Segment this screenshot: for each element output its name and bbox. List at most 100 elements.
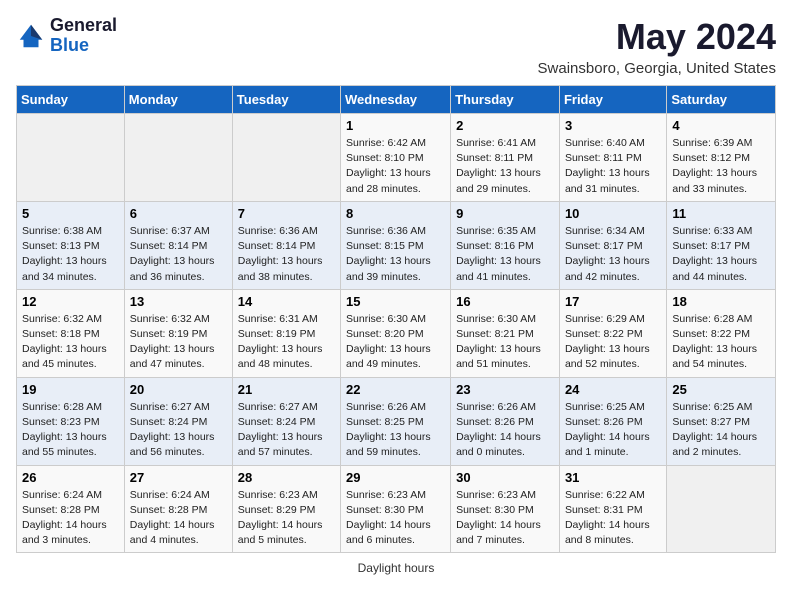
day-info: Sunrise: 6:23 AM Sunset: 8:30 PM Dayligh… — [346, 488, 445, 549]
week-row-5: 26 Sunrise: 6:24 AM Sunset: 8:28 PM Dayli… — [17, 465, 776, 553]
calendar-cell: 25 Sunrise: 6:25 AM Sunset: 8:27 PM Dayli… — [667, 377, 776, 465]
day-number: 7 — [238, 206, 335, 221]
day-info: Sunrise: 6:25 AM Sunset: 8:26 PM Dayligh… — [565, 400, 661, 461]
day-number: 20 — [130, 382, 227, 397]
calendar-cell: 7Sunrise: 6:36 AM Sunset: 8:14 PM Daylig… — [232, 201, 340, 289]
day-info: Sunrise: 6:24 AM Sunset: 8:28 PM Dayligh… — [130, 488, 227, 549]
day-number: 29 — [346, 470, 445, 485]
calendar-cell — [124, 114, 232, 202]
day-info: Sunrise: 6:25 AM Sunset: 8:27 PM Dayligh… — [672, 400, 770, 461]
calendar-cell: 5 Sunrise: 6:38 AM Sunset: 8:13 PM Daylig… — [17, 201, 125, 289]
day-number: 9 — [456, 206, 554, 221]
calendar-cell — [667, 465, 776, 553]
calendar-cell: 1 Sunrise: 6:42 AM Sunset: 8:10 PM Daylig… — [341, 114, 451, 202]
day-number: 26 — [22, 470, 119, 485]
day-info: Sunrise: 6:23 AM Sunset: 8:30 PM Dayligh… — [456, 488, 554, 549]
day-info: Sunrise: 6:28 AM Sunset: 8:22 PM Dayligh… — [672, 312, 770, 373]
page-header: General Blue May 2024 Swainsboro, Georgi… — [16, 16, 776, 77]
day-number: 5 — [22, 206, 119, 221]
calendar-body: 1 Sunrise: 6:42 AM Sunset: 8:10 PM Daylig… — [17, 114, 776, 553]
calendar-cell: 28Sunrise: 6:23 AM Sunset: 8:29 PM Dayli… — [232, 465, 340, 553]
day-number: 14 — [238, 294, 335, 309]
calendar-cell — [232, 114, 340, 202]
day-header-saturday: Saturday — [667, 86, 776, 114]
day-info: Sunrise: 6:35 AM Sunset: 8:16 PM Dayligh… — [456, 224, 554, 285]
day-number: 18 — [672, 294, 770, 309]
day-info: Sunrise: 6:29 AM Sunset: 8:22 PM Dayligh… — [565, 312, 661, 373]
daylight-hours-label: Daylight hours — [358, 561, 435, 575]
day-number: 30 — [456, 470, 554, 485]
calendar-cell: 26 Sunrise: 6:24 AM Sunset: 8:28 PM Dayli… — [17, 465, 125, 553]
calendar-cell: 16 Sunrise: 6:30 AM Sunset: 8:21 PM Dayli… — [451, 289, 560, 377]
calendar-cell: 9 Sunrise: 6:35 AM Sunset: 8:16 PM Daylig… — [451, 201, 560, 289]
day-info: Sunrise: 6:36 AM Sunset: 8:15 PM Dayligh… — [346, 224, 445, 285]
calendar-cell: 21Sunrise: 6:27 AM Sunset: 8:24 PM Dayli… — [232, 377, 340, 465]
calendar-header: SundayMondayTuesdayWednesdayThursdayFrid… — [17, 86, 776, 114]
calendar-cell: 13Sunrise: 6:32 AM Sunset: 8:19 PM Dayli… — [124, 289, 232, 377]
footer-note: Daylight hours — [16, 561, 776, 575]
day-info: Sunrise: 6:38 AM Sunset: 8:13 PM Dayligh… — [22, 224, 119, 285]
day-number: 21 — [238, 382, 335, 397]
day-info: Sunrise: 6:26 AM Sunset: 8:25 PM Dayligh… — [346, 400, 445, 461]
day-number: 25 — [672, 382, 770, 397]
day-info: Sunrise: 6:42 AM Sunset: 8:10 PM Dayligh… — [346, 136, 445, 197]
day-number: 27 — [130, 470, 227, 485]
day-info: Sunrise: 6:32 AM Sunset: 8:18 PM Dayligh… — [22, 312, 119, 373]
calendar-cell: 6Sunrise: 6:37 AM Sunset: 8:14 PM Daylig… — [124, 201, 232, 289]
day-number: 1 — [346, 118, 445, 133]
calendar-cell: 10 Sunrise: 6:34 AM Sunset: 8:17 PM Dayli… — [559, 201, 666, 289]
calendar-cell: 12 Sunrise: 6:32 AM Sunset: 8:18 PM Dayli… — [17, 289, 125, 377]
day-number: 15 — [346, 294, 445, 309]
calendar-cell — [17, 114, 125, 202]
day-number: 17 — [565, 294, 661, 309]
day-header-thursday: Thursday — [451, 86, 560, 114]
week-row-4: 19Sunrise: 6:28 AM Sunset: 8:23 PM Dayli… — [17, 377, 776, 465]
day-number: 22 — [346, 382, 445, 397]
logo-icon — [16, 21, 46, 51]
calendar-cell: 4 Sunrise: 6:39 AM Sunset: 8:12 PM Daylig… — [667, 114, 776, 202]
day-number: 11 — [672, 206, 770, 221]
day-info: Sunrise: 6:30 AM Sunset: 8:20 PM Dayligh… — [346, 312, 445, 373]
calendar-cell: 2 Sunrise: 6:41 AM Sunset: 8:11 PM Daylig… — [451, 114, 560, 202]
day-info: Sunrise: 6:39 AM Sunset: 8:12 PM Dayligh… — [672, 136, 770, 197]
day-info: Sunrise: 6:31 AM Sunset: 8:19 PM Dayligh… — [238, 312, 335, 373]
day-info: Sunrise: 6:40 AM Sunset: 8:11 PM Dayligh… — [565, 136, 661, 197]
calendar-cell: 24Sunrise: 6:25 AM Sunset: 8:26 PM Dayli… — [559, 377, 666, 465]
day-info: Sunrise: 6:34 AM Sunset: 8:17 PM Dayligh… — [565, 224, 661, 285]
day-info: Sunrise: 6:28 AM Sunset: 8:23 PM Dayligh… — [22, 400, 119, 461]
day-number: 10 — [565, 206, 661, 221]
day-number: 4 — [672, 118, 770, 133]
day-header-friday: Friday — [559, 86, 666, 114]
day-info: Sunrise: 6:26 AM Sunset: 8:26 PM Dayligh… — [456, 400, 554, 461]
calendar-cell: 3 Sunrise: 6:40 AM Sunset: 8:11 PM Daylig… — [559, 114, 666, 202]
logo-blue-text: Blue — [50, 36, 117, 56]
day-info: Sunrise: 6:24 AM Sunset: 8:28 PM Dayligh… — [22, 488, 119, 549]
week-row-3: 12 Sunrise: 6:32 AM Sunset: 8:18 PM Dayli… — [17, 289, 776, 377]
day-info: Sunrise: 6:32 AM Sunset: 8:19 PM Dayligh… — [130, 312, 227, 373]
day-number: 12 — [22, 294, 119, 309]
week-row-2: 5 Sunrise: 6:38 AM Sunset: 8:13 PM Daylig… — [17, 201, 776, 289]
calendar-cell: 17 Sunrise: 6:29 AM Sunset: 8:22 PM Dayli… — [559, 289, 666, 377]
day-number: 2 — [456, 118, 554, 133]
logo-general-text: General — [50, 16, 117, 36]
day-number: 8 — [346, 206, 445, 221]
calendar-cell: 8 Sunrise: 6:36 AM Sunset: 8:15 PM Daylig… — [341, 201, 451, 289]
day-info: Sunrise: 6:27 AM Sunset: 8:24 PM Dayligh… — [130, 400, 227, 461]
day-header-tuesday: Tuesday — [232, 86, 340, 114]
day-info: Sunrise: 6:30 AM Sunset: 8:21 PM Dayligh… — [456, 312, 554, 373]
calendar-cell: 30 Sunrise: 6:23 AM Sunset: 8:30 PM Dayli… — [451, 465, 560, 553]
calendar-cell: 31Sunrise: 6:22 AM Sunset: 8:31 PM Dayli… — [559, 465, 666, 553]
day-header-monday: Monday — [124, 86, 232, 114]
day-info: Sunrise: 6:23 AM Sunset: 8:29 PM Dayligh… — [238, 488, 335, 549]
calendar-cell: 23Sunrise: 6:26 AM Sunset: 8:26 PM Dayli… — [451, 377, 560, 465]
calendar-cell: 20 Sunrise: 6:27 AM Sunset: 8:24 PM Dayli… — [124, 377, 232, 465]
day-info: Sunrise: 6:22 AM Sunset: 8:31 PM Dayligh… — [565, 488, 661, 549]
calendar-cell: 27 Sunrise: 6:24 AM Sunset: 8:28 PM Dayli… — [124, 465, 232, 553]
month-title: May 2024 — [538, 16, 776, 58]
calendar-cell: 19Sunrise: 6:28 AM Sunset: 8:23 PM Dayli… — [17, 377, 125, 465]
calendar-cell: 11Sunrise: 6:33 AM Sunset: 8:17 PM Dayli… — [667, 201, 776, 289]
day-number: 16 — [456, 294, 554, 309]
calendar-cell: 14 Sunrise: 6:31 AM Sunset: 8:19 PM Dayli… — [232, 289, 340, 377]
day-number: 3 — [565, 118, 661, 133]
day-info: Sunrise: 6:41 AM Sunset: 8:11 PM Dayligh… — [456, 136, 554, 197]
